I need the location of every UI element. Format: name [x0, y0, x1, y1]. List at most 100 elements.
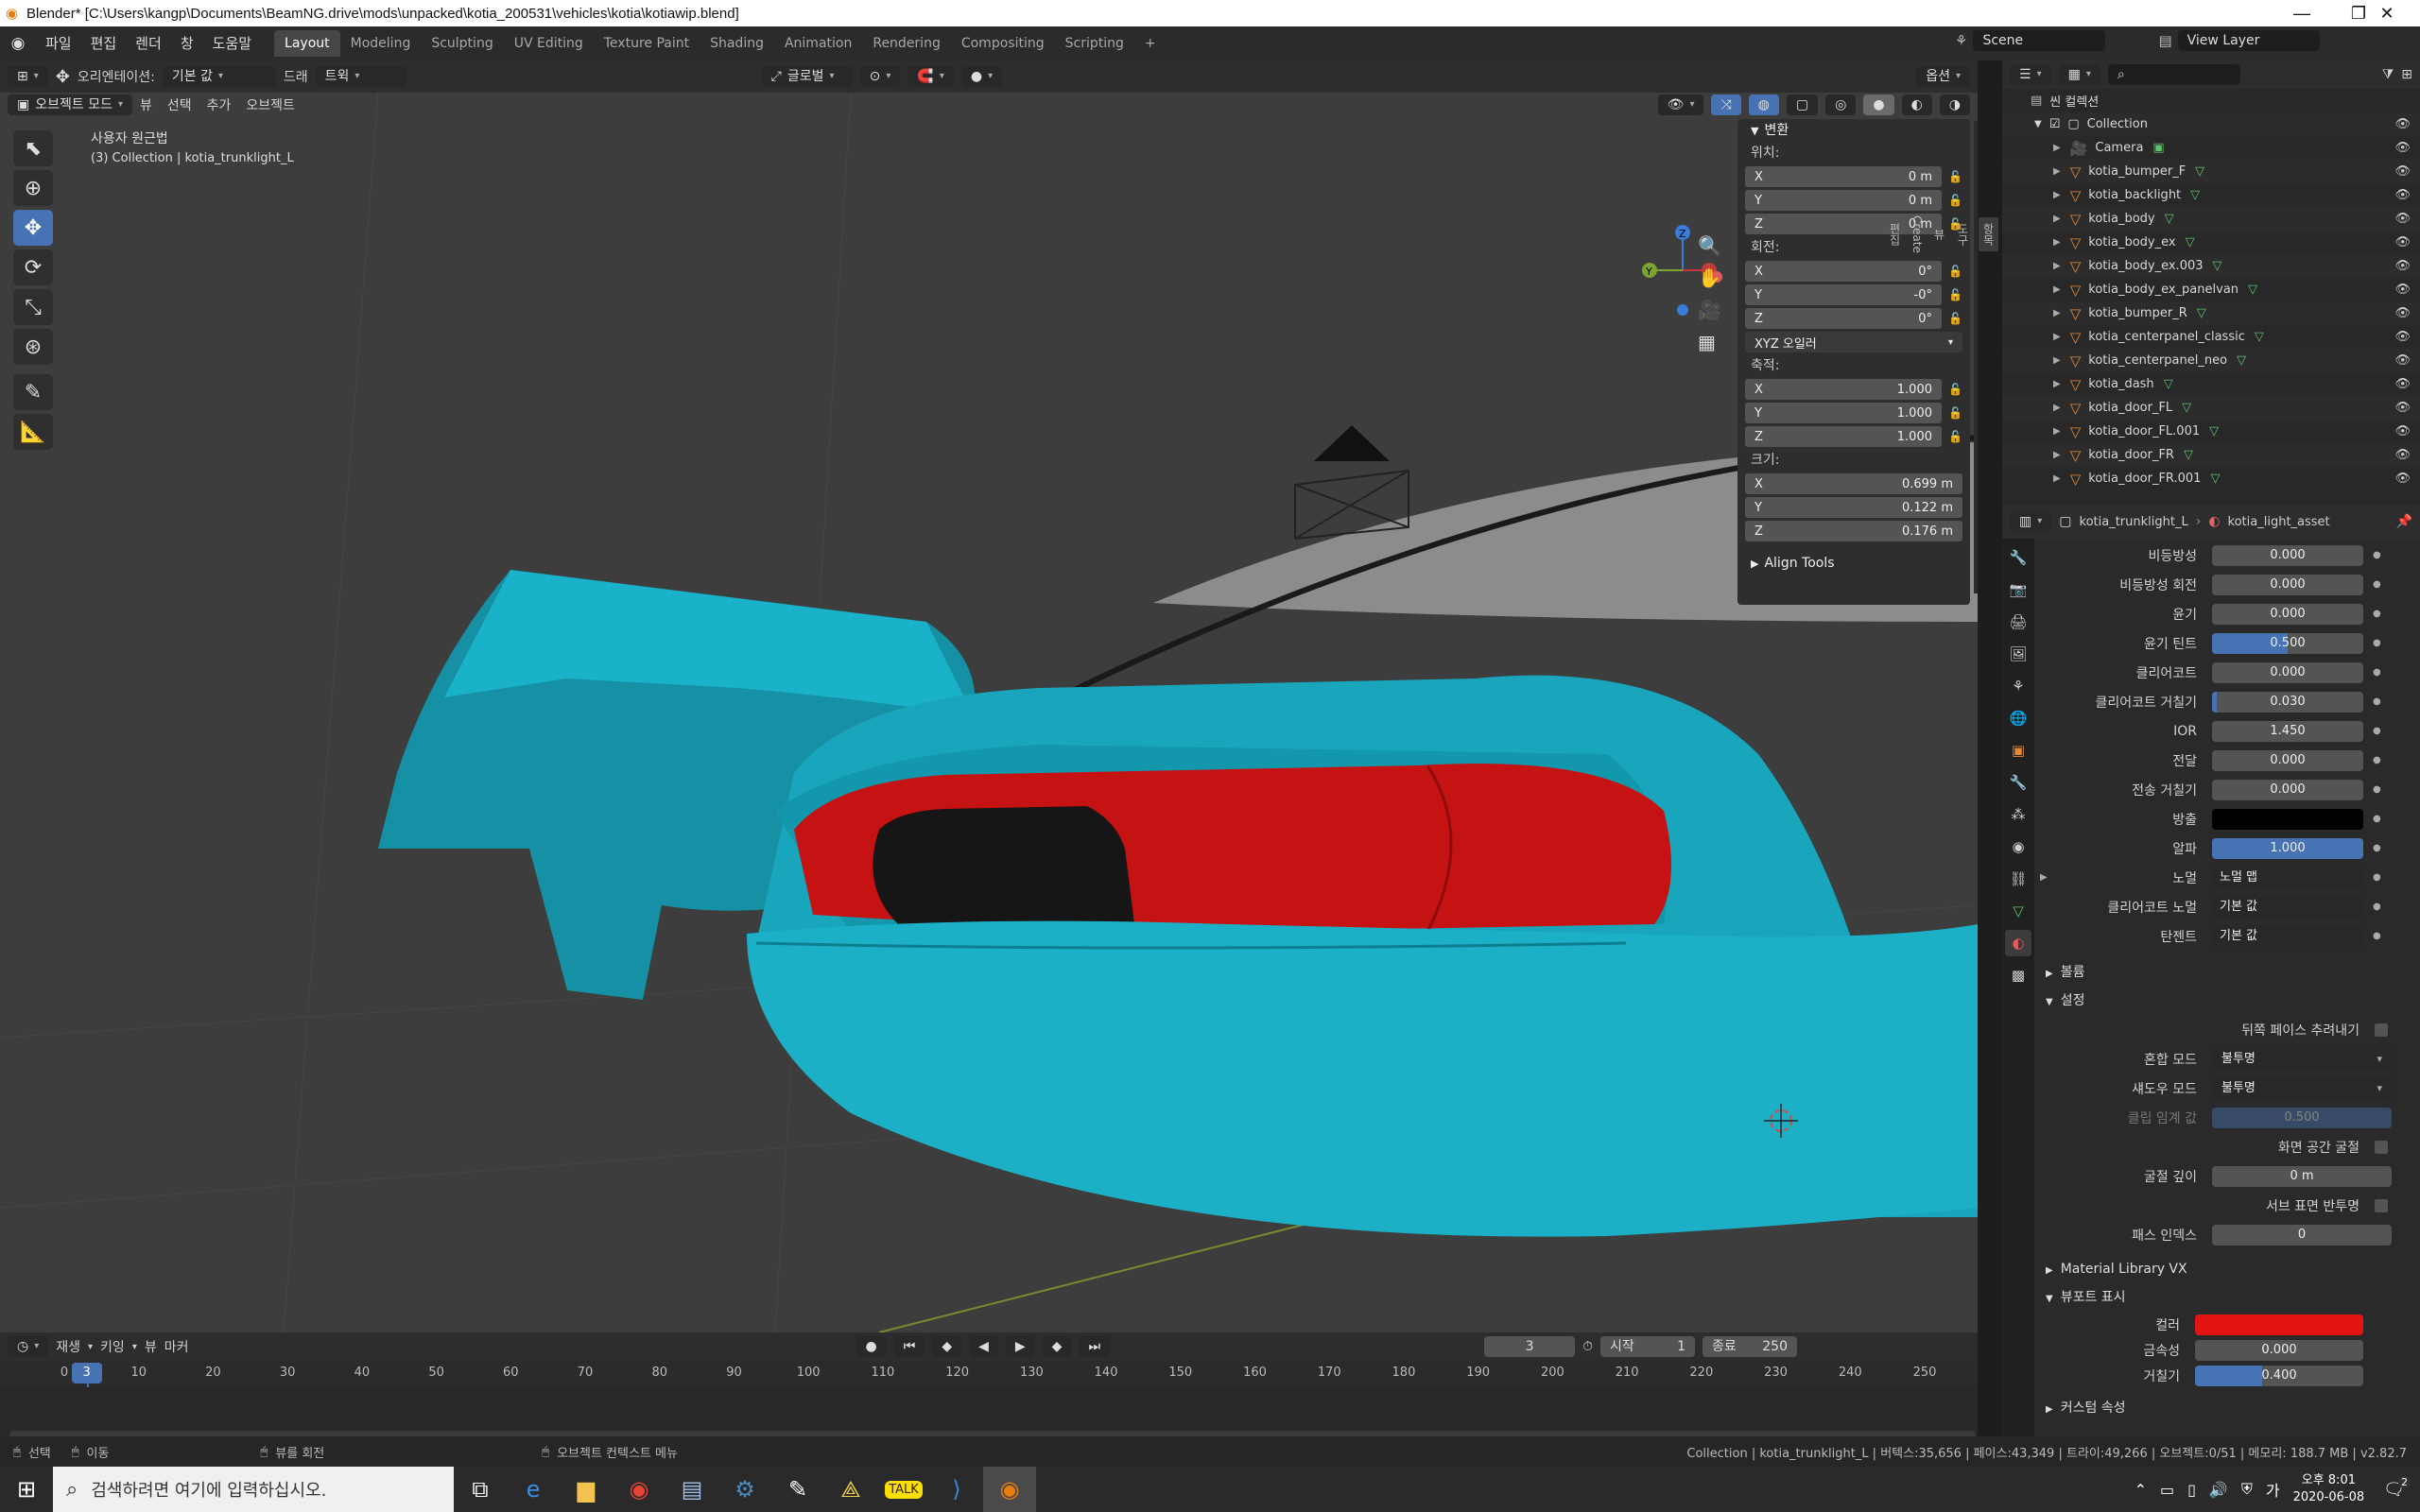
lock-icon[interactable]: 🔓	[1942, 170, 1962, 183]
eye-icon[interactable]: 👁	[2394, 353, 2411, 368]
tray-chevron-icon[interactable]: ⌃	[2135, 1481, 2147, 1499]
clock[interactable]: 오후 8:01 2020-06-08	[2293, 1472, 2365, 1506]
viewport-display-section[interactable]: ▼ 뷰포트 표시	[2034, 1283, 2420, 1312]
eye-icon[interactable]: 👁	[2394, 283, 2411, 297]
kakaotalk-icon[interactable]: TALK	[877, 1467, 930, 1512]
socket-dot-icon[interactable]: ●	[2373, 784, 2381, 795]
shadow-mode-dropdown[interactable]: 불투명 ▾	[2212, 1077, 2392, 1099]
location-y-field[interactable]: Y 0 m	[1745, 190, 1942, 211]
select-tool-icon[interactable]: ⬉	[13, 130, 53, 166]
property-field[interactable]: 1.450	[2212, 720, 2363, 742]
edge-icon[interactable]: e	[507, 1467, 560, 1512]
rotate-tool-icon[interactable]: ⟳	[13, 249, 53, 285]
material-tab-icon[interactable]: ◐	[2005, 930, 2031, 956]
outliner-item[interactable]: ▶ ▽ kotia_dash ▽ 👁	[2002, 372, 2420, 396]
property-field[interactable]: 기본 값	[2212, 896, 2363, 918]
shading-rendered[interactable]: ◑	[1939, 94, 1970, 115]
custom-properties-section[interactable]: ▶ 커스텀 속성	[2034, 1394, 2420, 1422]
pan-hand-icon[interactable]: ✋	[1698, 266, 1721, 289]
outliner-item[interactable]: ▶ ▽ kotia_centerpanel_classic ▽ 👁	[2002, 325, 2420, 349]
menu-render[interactable]: 렌더	[126, 26, 171, 60]
socket-dot-icon[interactable]: ●	[2373, 667, 2381, 678]
jump-end-button[interactable]: ⏭	[1079, 1336, 1111, 1357]
properties-editor-type[interactable]: ▥ ▾	[2010, 511, 2052, 532]
vscode-icon[interactable]: ⟩	[930, 1467, 983, 1512]
expand-icon[interactable]: ▶	[2053, 379, 2061, 389]
blender-taskbar-icon[interactable]: ◉	[983, 1467, 1036, 1512]
property-field[interactable]: 0.000	[2212, 574, 2363, 595]
annotate-tool-icon[interactable]: ✎	[13, 374, 53, 410]
current-frame-field[interactable]: 3	[1484, 1336, 1576, 1357]
playhead[interactable]: 3	[71, 1363, 102, 1383]
tab-tool[interactable]: 도구	[1955, 223, 1971, 246]
outliner-search-input[interactable]: ⌕	[2107, 64, 2240, 85]
options-dropdown[interactable]: 옵션 ▾	[1916, 66, 1970, 87]
jump-start-button[interactable]: ⏮	[893, 1336, 925, 1357]
menu-view[interactable]: 뷰	[145, 1337, 157, 1356]
menu-view[interactable]: 뷰	[140, 95, 152, 114]
menu-marker[interactable]: 마커	[164, 1337, 189, 1356]
blender-menu-icon[interactable]: ◉	[0, 34, 36, 53]
menu-help[interactable]: 도움말	[203, 26, 261, 60]
property-field[interactable]: 0.000	[2212, 749, 2363, 771]
property-field[interactable]: 1.000	[2212, 837, 2363, 859]
vd-roughness-slider[interactable]: 0.400	[2195, 1365, 2363, 1386]
zoom-icon[interactable]: 🔍	[1698, 234, 1721, 257]
camera-view-icon[interactable]: 🎥	[1698, 299, 1721, 321]
python-icon[interactable]: ⚙	[718, 1467, 771, 1512]
expand-icon[interactable]: ▶	[2040, 872, 2048, 883]
outliner-scene-collection[interactable]: ▤ 씬 컬렉션	[2002, 89, 2420, 112]
ortho-grid-icon[interactable]: ▦	[1698, 331, 1721, 353]
view-layer-tab-icon[interactable]: 🖼	[2005, 641, 2031, 667]
view-layer-selector[interactable]: View Layer	[2177, 30, 2320, 51]
outliner-item[interactable]: ▶ ▽ kotia_door_FL.001 ▽ 👁	[2002, 420, 2420, 443]
volume-section[interactable]: ▶ 볼륨	[2034, 958, 2420, 987]
eye-icon[interactable]: 👁	[2394, 235, 2411, 249]
prev-keyframe-button[interactable]: ◆	[932, 1336, 962, 1357]
editor-type-dropdown[interactable]: ⊞ ▾	[8, 66, 48, 87]
eye-icon[interactable]: 👁	[2394, 259, 2411, 273]
3d-viewport[interactable]: Z Y ▣ 오브젝트 모드 ▾ 뷰 선택 추가 오브젝트 👁 ▾ ⤨ ◍ ▢ ◎ ● …	[0, 93, 1978, 1332]
tab-animation[interactable]: Animation	[774, 30, 862, 57]
measure-tool-icon[interactable]: 📐	[13, 414, 53, 450]
socket-dot-icon[interactable]: ●	[2373, 726, 2381, 736]
property-field[interactable]: 0.030	[2212, 691, 2363, 713]
expand-icon[interactable]: ▶	[2053, 426, 2061, 437]
eye-icon[interactable]: 👁	[2394, 377, 2411, 391]
close-button[interactable]: ✕	[2354, 0, 2420, 26]
transform-space-dropdown[interactable]: ⤢ 글로벌 ▾	[761, 66, 853, 87]
start-frame-field[interactable]: 시작 1	[1599, 1336, 1695, 1357]
tab-uv-editing[interactable]: UV Editing	[504, 30, 594, 57]
menu-keying[interactable]: 키잉	[100, 1337, 125, 1356]
filter-icon[interactable]: ⧩	[2382, 67, 2394, 82]
socket-dot-icon[interactable]: ●	[2373, 755, 2381, 765]
expand-icon[interactable]: ▶	[2053, 403, 2061, 413]
expand-icon[interactable]: ▶	[2053, 143, 2061, 153]
expand-icon[interactable]: ▶	[2053, 166, 2061, 177]
eye-icon[interactable]: 👁	[2394, 164, 2411, 179]
eye-icon[interactable]: 👁	[2394, 401, 2411, 415]
outliner-item[interactable]: ▶ ▽ kotia_bumper_R ▽ 👁	[2002, 301, 2420, 325]
rotation-y-field[interactable]: Y -0°	[1745, 284, 1942, 305]
rotation-z-field[interactable]: Z 0°	[1745, 308, 1942, 329]
tab-texture-paint[interactable]: Texture Paint	[594, 30, 700, 57]
menu-edit[interactable]: 편집	[81, 26, 127, 60]
socket-dot-icon[interactable]: ●	[2373, 814, 2381, 824]
expand-icon[interactable]: ▶	[2053, 450, 2061, 460]
battery-icon[interactable]: ▯	[2187, 1481, 2196, 1499]
network-icon[interactable]: ▭	[2160, 1481, 2174, 1499]
chrome-icon[interactable]: ◉	[613, 1467, 666, 1512]
checkbox-icon[interactable]: ☑	[2049, 117, 2061, 131]
rotation-mode-dropdown[interactable]: XYZ 오일러 ▾	[1745, 332, 1962, 352]
move-tool-button[interactable]: ✥	[13, 210, 53, 246]
socket-dot-icon[interactable]: ●	[2373, 638, 2381, 648]
eye-icon[interactable]: 👁	[2394, 330, 2411, 344]
app-icon[interactable]: ▤	[666, 1467, 718, 1512]
physics-tab-icon[interactable]: ◉	[2005, 833, 2031, 860]
end-frame-field[interactable]: 종료 250	[1702, 1336, 1797, 1357]
next-keyframe-button[interactable]: ◆	[1042, 1336, 1072, 1357]
display-mode-dropdown[interactable]: ▦ ▾	[2058, 64, 2100, 85]
outliner-item[interactable]: ▶ ▽ kotia_backlight ▽ 👁	[2002, 183, 2420, 207]
constraints-tab-icon[interactable]: ⛓	[2005, 866, 2031, 892]
tab-shading[interactable]: Shading	[700, 30, 774, 57]
